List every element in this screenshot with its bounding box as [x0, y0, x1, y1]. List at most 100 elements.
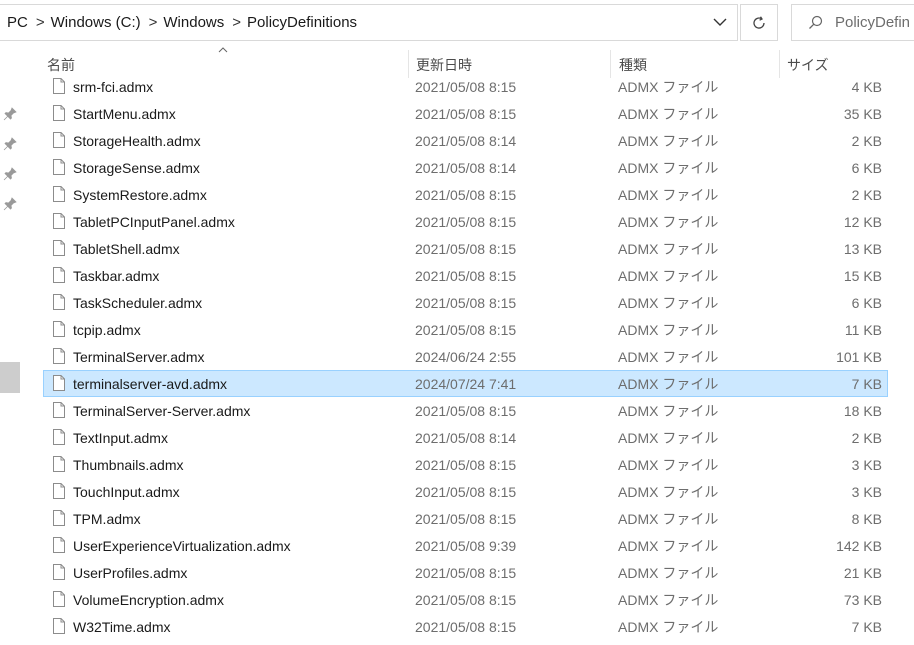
pin-icon[interactable]	[3, 167, 17, 181]
navigation-pane[interactable]	[0, 44, 22, 645]
file-modified-date: 2021/05/08 8:15	[415, 484, 517, 500]
file-icon	[53, 510, 65, 526]
file-row[interactable]: tcpip.admx 2021/05/08 8:15 ADMX ファイル 11 KB	[43, 316, 888, 343]
file-name[interactable]: TextInput.admx	[73, 425, 168, 451]
file-size: 7 KB	[851, 376, 882, 392]
file-row[interactable]: SystemRestore.admx 2021/05/08 8:15 ADMX ファ…	[43, 181, 888, 208]
file-row[interactable]: UserExperienceVirtualization.admx 2021/05…	[43, 532, 888, 559]
breadcrumb-separator[interactable]: >	[141, 14, 164, 31]
breadcrumb-windows[interactable]: Windows	[163, 14, 224, 31]
file-modified-date: 2021/05/08 8:14	[415, 430, 517, 446]
file-type: ADMX ファイル	[618, 241, 719, 257]
file-row[interactable]: TouchInput.admx 2021/05/08 8:15 ADMX ファイル 3…	[43, 478, 888, 505]
file-type: ADMX ファイル	[618, 268, 719, 284]
file-row[interactable]: StartMenu.admx 2021/05/08 8:15 ADMX ファイル 35…	[43, 100, 888, 127]
pin-icon[interactable]	[3, 107, 17, 121]
file-type: ADMX ファイル	[618, 484, 719, 500]
file-row[interactable]: Taskbar.admx 2021/05/08 8:15 ADMX ファイル 15 K…	[43, 262, 888, 289]
address-bar[interactable]: PC > Windows (C:) > Windows > PolicyDefi…	[0, 4, 738, 41]
file-modified-date: 2021/05/08 9:39	[415, 538, 517, 554]
address-history-dropdown[interactable]	[703, 5, 737, 40]
file-row[interactable]: TerminalServer.admx 2024/06/24 2:55 ADMX フ…	[43, 343, 888, 370]
file-row[interactable]: UserProfiles.admx 2021/05/08 8:15 ADMX ファイ…	[43, 559, 888, 586]
file-icon	[53, 186, 65, 202]
file-name[interactable]: TabletShell.admx	[73, 236, 180, 262]
file-row[interactable]: TabletShell.admx 2021/05/08 8:15 ADMX ファイル…	[43, 235, 888, 262]
file-row[interactable]: Thumbnails.admx 2021/05/08 8:15 ADMX ファイル 3…	[43, 451, 888, 478]
file-name[interactable]: TPM.admx	[73, 506, 141, 532]
file-row[interactable]: StorageSense.admx 2021/05/08 8:14 ADMX ファイ…	[43, 154, 888, 181]
breadcrumb-separator[interactable]: >	[224, 14, 247, 31]
file-modified-date: 2024/07/24 7:41	[415, 376, 517, 392]
file-row[interactable]: TaskScheduler.admx 2021/05/08 8:15 ADMX ファ…	[43, 289, 888, 316]
file-row[interactable]: W32Time.admx 2021/05/08 8:15 ADMX ファイル 7 KB	[43, 613, 888, 640]
file-name[interactable]: W32Time.admx	[73, 614, 171, 640]
file-row[interactable]: srm-fci.admx 2021/05/08 8:15 ADMX ファイル 4 KB	[43, 73, 888, 100]
refresh-button[interactable]	[740, 4, 778, 41]
file-modified-date: 2021/05/08 8:15	[415, 214, 517, 230]
file-name[interactable]: TaskScheduler.admx	[73, 290, 202, 316]
file-name[interactable]: Thumbnails.admx	[73, 452, 184, 478]
file-type: ADMX ファイル	[618, 214, 719, 230]
file-name[interactable]: StartMenu.admx	[73, 101, 176, 127]
pin-icon[interactable]	[3, 137, 17, 151]
file-row[interactable]: VolumeEncryption.admx 2021/05/08 8:15 ADMX…	[43, 586, 888, 613]
refresh-icon	[753, 15, 765, 29]
file-size: 7 KB	[851, 619, 882, 635]
file-icon	[53, 348, 65, 364]
file-row[interactable]: terminalserver-avd.admx 2024/07/24 7:41 AD…	[43, 370, 888, 397]
file-icon	[53, 240, 65, 256]
file-size: 2 KB	[851, 430, 882, 446]
file-type: ADMX ファイル	[618, 79, 719, 95]
file-type: ADMX ファイル	[618, 430, 719, 446]
pin-icon[interactable]	[3, 197, 17, 211]
file-row[interactable]: TPM.admx 2021/05/08 8:15 ADMX ファイル 8 KB	[43, 505, 888, 532]
nav-scrollbar-thumb[interactable]	[0, 362, 20, 393]
file-name[interactable]: StorageHealth.admx	[73, 128, 201, 154]
file-name[interactable]: Taskbar.admx	[73, 263, 159, 289]
search-box[interactable]: PolicyDefin	[791, 4, 914, 41]
file-name[interactable]: TabletPCInputPanel.admx	[73, 209, 235, 235]
file-icon	[53, 402, 65, 418]
file-name[interactable]: UserExperienceVirtualization.admx	[73, 533, 291, 559]
file-icon	[53, 213, 65, 229]
file-type: ADMX ファイル	[618, 106, 719, 122]
file-size: 2 KB	[851, 187, 882, 203]
file-size: 142 KB	[836, 538, 882, 554]
file-size: 12 KB	[843, 214, 882, 230]
file-icon	[53, 294, 65, 310]
file-name[interactable]: tcpip.admx	[73, 317, 141, 343]
search-placeholder[interactable]: PolicyDefin	[835, 14, 910, 31]
file-modified-date: 2021/05/08 8:15	[415, 511, 517, 527]
file-name[interactable]: srm-fci.admx	[73, 74, 153, 100]
file-name[interactable]: TouchInput.admx	[73, 479, 180, 505]
breadcrumb-drive[interactable]: Windows (C:)	[51, 14, 141, 31]
file-size: 35 KB	[843, 106, 882, 122]
file-modified-date: 2021/05/08 8:14	[415, 160, 517, 176]
file-modified-date: 2021/05/08 8:15	[415, 457, 517, 473]
file-type: ADMX ファイル	[618, 538, 719, 554]
file-name[interactable]: StorageSense.admx	[73, 155, 200, 181]
file-name[interactable]: TerminalServer.admx	[73, 344, 205, 370]
file-row[interactable]: TabletPCInputPanel.admx 2021/05/08 8:15 AD…	[43, 208, 888, 235]
file-modified-date: 2021/05/08 8:14	[415, 133, 517, 149]
file-name[interactable]: terminalserver-avd.admx	[73, 371, 227, 397]
file-row[interactable]: TerminalServer-Server.admx 2021/05/08 8:1…	[43, 397, 888, 424]
file-name[interactable]: UserProfiles.admx	[73, 560, 187, 586]
file-icon	[53, 78, 65, 94]
file-icon	[53, 537, 65, 553]
file-size: 2 KB	[851, 133, 882, 149]
file-modified-date: 2021/05/08 8:15	[415, 322, 517, 338]
file-name[interactable]: VolumeEncryption.admx	[73, 587, 224, 613]
file-name[interactable]: SystemRestore.admx	[73, 182, 207, 208]
file-modified-date: 2021/05/08 8:15	[415, 79, 517, 95]
file-row[interactable]: StorageHealth.admx 2021/05/08 8:14 ADMX ファ…	[43, 127, 888, 154]
breadcrumb-pc[interactable]: PC	[0, 14, 28, 31]
file-type: ADMX ファイル	[618, 592, 719, 608]
file-row[interactable]: TextInput.admx 2021/05/08 8:14 ADMX ファイル 2 …	[43, 424, 888, 451]
breadcrumb-policydefinitions[interactable]: PolicyDefinitions	[247, 14, 357, 31]
file-size: 8 KB	[851, 511, 882, 527]
file-modified-date: 2024/06/24 2:55	[415, 349, 517, 365]
breadcrumb-separator[interactable]: >	[28, 14, 51, 31]
file-name[interactable]: TerminalServer-Server.admx	[73, 398, 250, 424]
